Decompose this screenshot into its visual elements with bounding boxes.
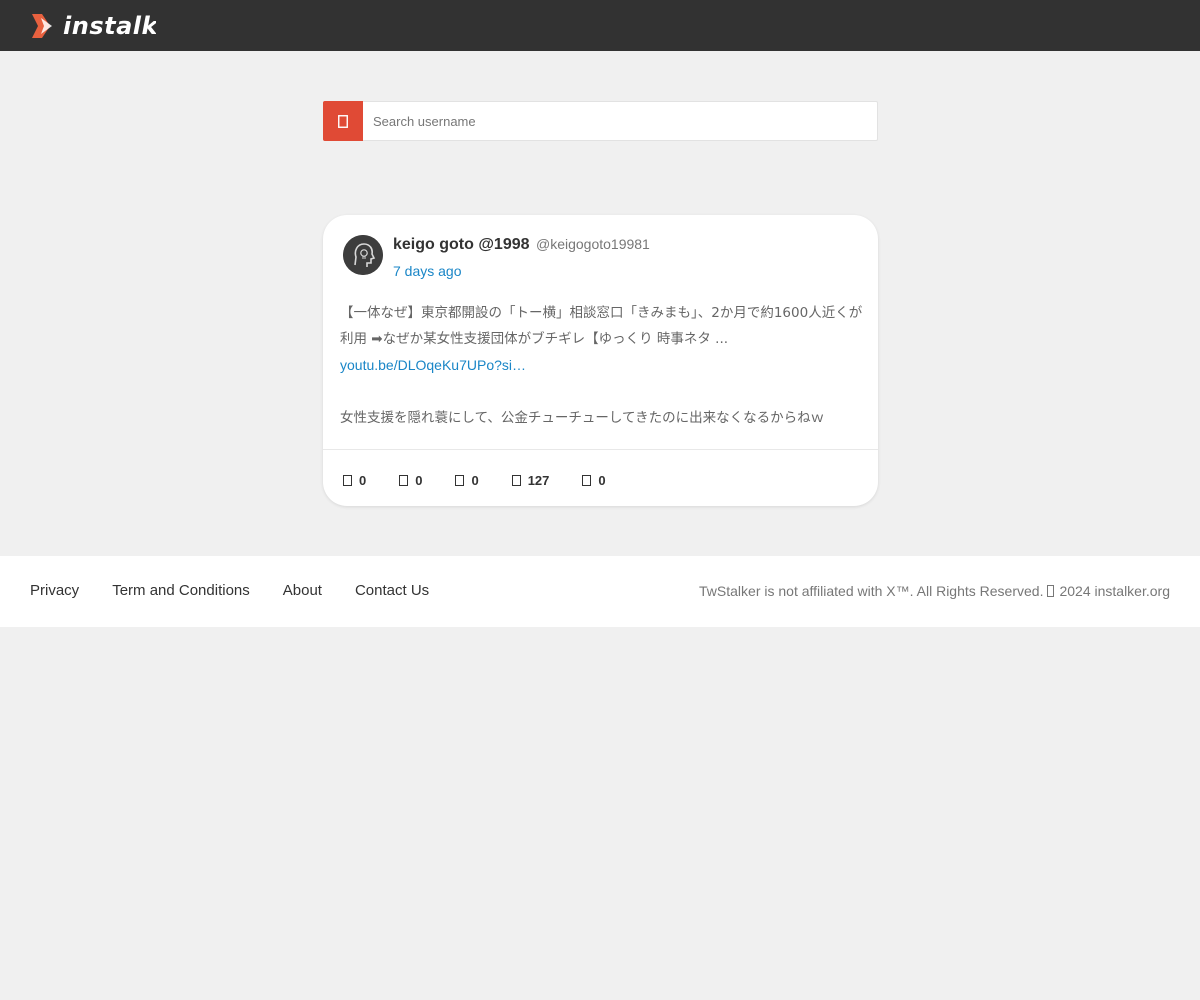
tweet-text-line: 女性支援を隠れ蓑にして、公金チューチューしてきたのに出来なくなるからねｗ <box>340 410 825 426</box>
footer-link-terms[interactable]: Term and Conditions <box>112 582 250 599</box>
footer-link-about[interactable]: About <box>283 582 322 599</box>
retweet-stat[interactable]: 0 <box>399 473 422 488</box>
user-name-row: keigo goto @1998 @keigogoto19981 <box>393 236 650 254</box>
search-bar <box>323 101 878 141</box>
top-navbar: instalk <box>0 0 1200 51</box>
search-icon <box>338 114 348 128</box>
like-icon <box>455 474 465 486</box>
search-button[interactable] <box>323 101 363 141</box>
like-stat[interactable]: 0 <box>455 472 479 488</box>
like-count: 0 <box>471 472 479 488</box>
tweet-text: 【一体なぜ】東京都開設の「トー横」相談窓口「きみまも」、2か月で約1600人近く… <box>340 300 865 431</box>
tweet-timestamp[interactable]: 7 days ago <box>393 263 462 279</box>
tweet-link[interactable]: youtu.be/DLOqeKu7UPo?si… <box>340 357 526 373</box>
avatar-head-silhouette-icon <box>343 235 383 275</box>
tweet-card: keigo goto @1998 @keigogoto19981 7 days … <box>323 215 878 506</box>
copyright-suffix: 2024 instalker.org <box>1059 583 1170 599</box>
display-name[interactable]: keigo goto @1998 <box>393 236 530 253</box>
footer: Privacy Term and Conditions About Contac… <box>0 556 1200 627</box>
reply-icon <box>343 474 352 486</box>
views-count: 127 <box>527 472 550 488</box>
avatar[interactable] <box>343 235 383 275</box>
footer-link-privacy[interactable]: Privacy <box>30 582 79 599</box>
user-handle: @keigogoto19981 <box>535 236 650 252</box>
brand-home-link[interactable]: instalk <box>30 10 156 42</box>
search-input[interactable] <box>363 102 877 140</box>
views-stat[interactable]: 127 <box>511 472 550 488</box>
bookmark-count: 0 <box>598 472 606 488</box>
views-icon <box>511 474 521 486</box>
footer-links: Privacy Term and Conditions About Contac… <box>30 582 462 599</box>
brand-name: instalk <box>63 12 156 40</box>
tweet-stats: 0 0 0 127 0 <box>343 471 606 489</box>
tweet-text-line: 【一体なぜ】東京都開設の「トー横」相談窓口「きみまも」、2か月で約1600人近く… <box>340 305 863 347</box>
bookmark-icon <box>582 474 592 486</box>
instalker-logo-icon <box>32 14 52 38</box>
retweet-icon <box>399 474 409 486</box>
copyright-icon <box>1047 585 1055 597</box>
reply-count: 0 <box>359 472 367 488</box>
bookmark-stat[interactable]: 0 <box>582 472 606 488</box>
copyright-notice: TwStalker is not affiliated with X™. All… <box>699 583 1170 599</box>
card-divider <box>323 449 878 450</box>
reply-stat[interactable]: 0 <box>343 473 366 488</box>
copyright-prefix: TwStalker is not affiliated with X™. All… <box>699 583 1044 599</box>
retweet-count: 0 <box>415 472 423 488</box>
footer-link-contact[interactable]: Contact Us <box>355 582 429 599</box>
